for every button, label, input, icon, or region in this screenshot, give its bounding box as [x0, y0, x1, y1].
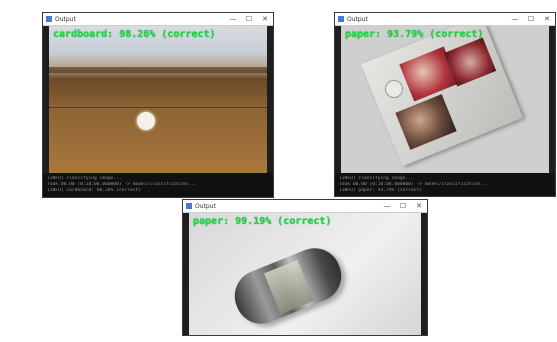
window-titlebar[interactable]: Output — ☐ ✕ — [183, 200, 427, 213]
app-icon — [46, 16, 52, 22]
image-view: paper: 93.79% (correct) — [341, 26, 549, 174]
cardboard-fold — [49, 107, 267, 109]
app-icon — [186, 203, 192, 209]
console-output: [INFO] classifying image... Took 00.00 (… — [43, 173, 273, 197]
window-controls: — ☐ ✕ — [379, 200, 427, 212]
close-icon[interactable]: ✕ — [411, 200, 427, 212]
minimize-icon[interactable]: — — [225, 13, 241, 25]
maximize-icon[interactable]: ☐ — [241, 13, 257, 25]
window-title: Output — [195, 202, 216, 210]
maximize-icon[interactable]: ☐ — [523, 13, 539, 25]
window-titlebar[interactable]: Output — ☐ ✕ — [335, 13, 555, 26]
prediction-label: paper: 99.19% (correct) — [193, 216, 332, 227]
minimize-icon[interactable]: — — [379, 200, 395, 212]
cardboard-edge — [49, 67, 267, 74]
bright-spot — [137, 112, 155, 130]
close-icon[interactable]: ✕ — [539, 13, 555, 25]
prediction-label: cardboard: 98.26% (correct) — [53, 29, 216, 40]
paper-logo — [385, 80, 403, 98]
console-output: [INFO] classifying image... Took 00.00 (… — [335, 173, 555, 196]
output-window-paper-roll: Output — ☐ ✕ paper: 99.19% (correct) — [182, 199, 428, 336]
maximize-icon[interactable]: ☐ — [395, 200, 411, 212]
app-icon — [338, 16, 344, 22]
image-view: cardboard: 98.26% (correct) — [49, 26, 267, 174]
console-line: [INFO] paper: 93.79% (correct) — [339, 188, 422, 193]
image-view: paper: 99.19% (correct) — [189, 213, 421, 335]
prediction-label: paper: 93.79% (correct) — [345, 29, 484, 40]
window-title: Output — [347, 15, 368, 23]
output-window-paper: Output — ☐ ✕ paper: 93.79% (correct) [IN… — [334, 12, 556, 197]
close-icon[interactable]: ✕ — [257, 13, 273, 25]
minimize-icon[interactable]: — — [507, 13, 523, 25]
window-title: Output — [55, 15, 76, 23]
output-window-cardboard: Output — ☐ ✕ cardboard: 98.26% (correct)… — [42, 12, 274, 198]
console-line: [INFO] cardboard: 98.26% (correct) — [47, 188, 142, 193]
window-titlebar[interactable]: Output — ☐ ✕ — [43, 13, 273, 26]
window-controls: — ☐ ✕ — [507, 13, 555, 25]
window-controls: — ☐ ✕ — [225, 13, 273, 25]
